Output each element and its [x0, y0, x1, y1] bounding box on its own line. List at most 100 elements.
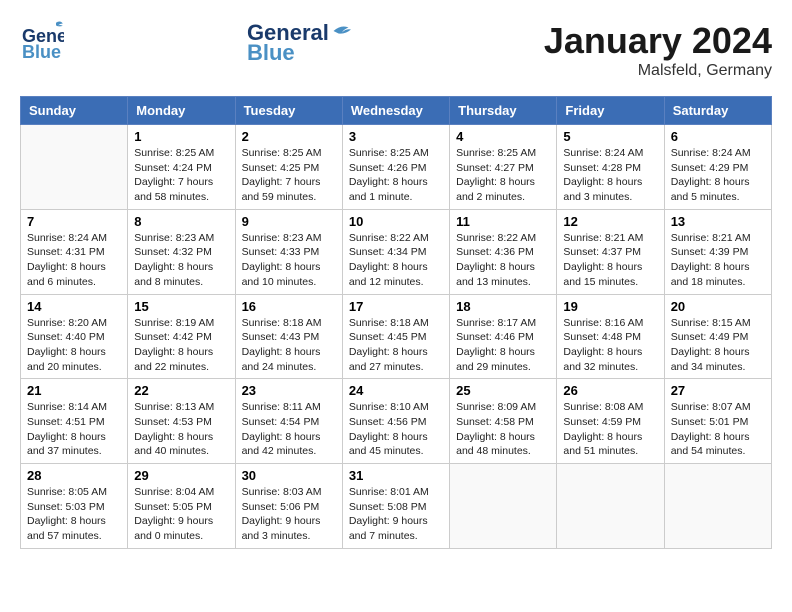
- weekday-header: Sunday: [21, 97, 128, 125]
- calendar-cell: 5 Sunrise: 8:24 AMSunset: 4:28 PMDaylight…: [557, 125, 664, 210]
- day-detail: Sunrise: 8:23 AMSunset: 4:32 PMDaylight:…: [134, 231, 228, 290]
- calendar-cell: 13 Sunrise: 8:21 AMSunset: 4:39 PMDayligh…: [664, 209, 771, 294]
- day-number: 28: [27, 468, 121, 483]
- calendar-cell: [664, 464, 771, 549]
- page-header: General Blue General Blue January 2024 M…: [20, 20, 772, 80]
- day-number: 5: [563, 129, 657, 144]
- day-number: 29: [134, 468, 228, 483]
- calendar-week-row: 1 Sunrise: 8:25 AMSunset: 4:24 PMDaylight…: [21, 125, 772, 210]
- day-detail: Sunrise: 8:05 AMSunset: 5:03 PMDaylight:…: [27, 485, 121, 544]
- calendar-cell: 9Sunrise: 8:23 AMSunset: 4:33 PMDaylight…: [235, 209, 342, 294]
- calendar-cell: 10Sunrise: 8:22 AMSunset: 4:34 PMDayligh…: [342, 209, 449, 294]
- day-number: 24: [349, 383, 443, 398]
- day-detail: Sunrise: 8:24 AMSunset: 4:29 PMDaylight:…: [671, 146, 765, 205]
- day-detail: Sunrise: 8:24 AMSunset: 4:28 PMDaylight:…: [563, 146, 657, 205]
- calendar-header-row: SundayMondayTuesdayWednesdayThursdayFrid…: [21, 97, 772, 125]
- day-detail: Sunrise: 8:10 AMSunset: 4:56 PMDaylight:…: [349, 400, 443, 459]
- day-number: 10: [349, 214, 443, 229]
- calendar-cell: 18 Sunrise: 8:17 AMSunset: 4:46 PMDayligh…: [450, 294, 557, 379]
- day-detail: Sunrise: 8:21 AMSunset: 4:37 PMDaylight:…: [563, 231, 657, 290]
- calendar-cell: 24 Sunrise: 8:10 AMSunset: 4:56 PMDayligh…: [342, 379, 449, 464]
- logo: General Blue: [20, 20, 64, 69]
- day-detail: Sunrise: 8:11 AMSunset: 4:54 PMDaylight:…: [242, 400, 336, 459]
- calendar-cell: 2 Sunrise: 8:25 AMSunset: 4:25 PMDaylight…: [235, 125, 342, 210]
- day-number: 8: [134, 214, 228, 229]
- day-detail: Sunrise: 8:03 AMSunset: 5:06 PMDaylight:…: [242, 485, 336, 544]
- calendar-cell: [450, 464, 557, 549]
- calendar-cell: 7Sunrise: 8:24 AMSunset: 4:31 PMDaylight…: [21, 209, 128, 294]
- day-detail: Sunrise: 8:21 AMSunset: 4:39 PMDaylight:…: [671, 231, 765, 290]
- calendar-cell: 14Sunrise: 8:20 AMSunset: 4:40 PMDayligh…: [21, 294, 128, 379]
- day-number: 6: [671, 129, 765, 144]
- day-number: 31: [349, 468, 443, 483]
- day-detail: Sunrise: 8:25 AMSunset: 4:25 PMDaylight:…: [242, 146, 336, 205]
- day-detail: Sunrise: 8:25 AMSunset: 4:26 PMDaylight:…: [349, 146, 443, 205]
- calendar-cell: 11Sunrise: 8:22 AMSunset: 4:36 PMDayligh…: [450, 209, 557, 294]
- day-number: 17: [349, 299, 443, 314]
- calendar-cell: 16Sunrise: 8:18 AMSunset: 4:43 PMDayligh…: [235, 294, 342, 379]
- day-number: 4: [456, 129, 550, 144]
- calendar-cell: 23 Sunrise: 8:11 AMSunset: 4:54 PMDayligh…: [235, 379, 342, 464]
- day-number: 22: [134, 383, 228, 398]
- day-number: 18: [456, 299, 550, 314]
- day-number: 27: [671, 383, 765, 398]
- day-number: 19: [563, 299, 657, 314]
- day-detail: Sunrise: 8:04 AMSunset: 5:05 PMDaylight:…: [134, 485, 228, 544]
- day-number: 21: [27, 383, 121, 398]
- logo-bird-icon: [331, 20, 361, 42]
- weekday-header: Tuesday: [235, 97, 342, 125]
- day-detail: Sunrise: 8:25 AMSunset: 4:27 PMDaylight:…: [456, 146, 550, 205]
- day-number: 16: [242, 299, 336, 314]
- day-number: 23: [242, 383, 336, 398]
- calendar-cell: 28 Sunrise: 8:05 AMSunset: 5:03 PMDayligh…: [21, 464, 128, 549]
- day-number: 3: [349, 129, 443, 144]
- weekday-header: Monday: [128, 97, 235, 125]
- calendar-cell: 30 Sunrise: 8:03 AMSunset: 5:06 PMDayligh…: [235, 464, 342, 549]
- day-number: 26: [563, 383, 657, 398]
- calendar-cell: 17 Sunrise: 8:18 AMSunset: 4:45 PMDayligh…: [342, 294, 449, 379]
- day-detail: Sunrise: 8:23 AMSunset: 4:33 PMDaylight:…: [242, 231, 336, 290]
- day-detail: Sunrise: 8:13 AMSunset: 4:53 PMDaylight:…: [134, 400, 228, 459]
- svg-text:Blue: Blue: [22, 42, 61, 62]
- day-number: 25: [456, 383, 550, 398]
- day-number: 13: [671, 214, 765, 229]
- calendar-cell: 12Sunrise: 8:21 AMSunset: 4:37 PMDayligh…: [557, 209, 664, 294]
- month-title: January 2024: [544, 20, 772, 62]
- day-number: 14: [27, 299, 121, 314]
- calendar-cell: 21Sunrise: 8:14 AMSunset: 4:51 PMDayligh…: [21, 379, 128, 464]
- calendar-cell: 27 Sunrise: 8:07 AMSunset: 5:01 PMDayligh…: [664, 379, 771, 464]
- calendar-cell: 3 Sunrise: 8:25 AMSunset: 4:26 PMDaylight…: [342, 125, 449, 210]
- day-number: 30: [242, 468, 336, 483]
- day-number: 11: [456, 214, 550, 229]
- day-number: 15: [134, 299, 228, 314]
- day-detail: Sunrise: 8:17 AMSunset: 4:46 PMDaylight:…: [456, 316, 550, 375]
- day-detail: Sunrise: 8:19 AMSunset: 4:42 PMDaylight:…: [134, 316, 228, 375]
- calendar-week-row: 21Sunrise: 8:14 AMSunset: 4:51 PMDayligh…: [21, 379, 772, 464]
- day-detail: Sunrise: 8:07 AMSunset: 5:01 PMDaylight:…: [671, 400, 765, 459]
- calendar-cell: 19Sunrise: 8:16 AMSunset: 4:48 PMDayligh…: [557, 294, 664, 379]
- calendar-cell: 22 Sunrise: 8:13 AMSunset: 4:53 PMDayligh…: [128, 379, 235, 464]
- calendar-cell: 31Sunrise: 8:01 AMSunset: 5:08 PMDayligh…: [342, 464, 449, 549]
- day-detail: Sunrise: 8:25 AMSunset: 4:24 PMDaylight:…: [134, 146, 228, 205]
- calendar-week-row: 28 Sunrise: 8:05 AMSunset: 5:03 PMDayligh…: [21, 464, 772, 549]
- calendar-week-row: 7Sunrise: 8:24 AMSunset: 4:31 PMDaylight…: [21, 209, 772, 294]
- calendar-cell: [21, 125, 128, 210]
- day-detail: Sunrise: 8:09 AMSunset: 4:58 PMDaylight:…: [456, 400, 550, 459]
- calendar-cell: 29 Sunrise: 8:04 AMSunset: 5:05 PMDayligh…: [128, 464, 235, 549]
- calendar-cell: 8 Sunrise: 8:23 AMSunset: 4:32 PMDaylight…: [128, 209, 235, 294]
- day-detail: Sunrise: 8:15 AMSunset: 4:49 PMDaylight:…: [671, 316, 765, 375]
- day-detail: Sunrise: 8:08 AMSunset: 4:59 PMDaylight:…: [563, 400, 657, 459]
- calendar-cell: 6 Sunrise: 8:24 AMSunset: 4:29 PMDaylight…: [664, 125, 771, 210]
- title-block: January 2024 Malsfeld, Germany: [544, 20, 772, 80]
- calendar-cell: 20Sunrise: 8:15 AMSunset: 4:49 PMDayligh…: [664, 294, 771, 379]
- day-detail: Sunrise: 8:24 AMSunset: 4:31 PMDaylight:…: [27, 231, 121, 290]
- weekday-header: Wednesday: [342, 97, 449, 125]
- calendar-week-row: 14Sunrise: 8:20 AMSunset: 4:40 PMDayligh…: [21, 294, 772, 379]
- calendar-cell: [557, 464, 664, 549]
- weekday-header: Friday: [557, 97, 664, 125]
- day-detail: Sunrise: 8:18 AMSunset: 4:45 PMDaylight:…: [349, 316, 443, 375]
- weekday-header: Thursday: [450, 97, 557, 125]
- day-number: 1: [134, 129, 228, 144]
- day-number: 2: [242, 129, 336, 144]
- calendar-cell: 4 Sunrise: 8:25 AMSunset: 4:27 PMDaylight…: [450, 125, 557, 210]
